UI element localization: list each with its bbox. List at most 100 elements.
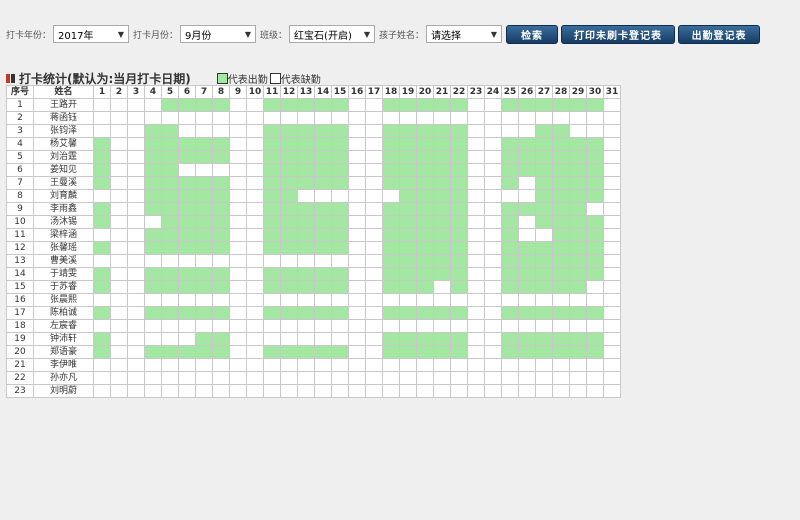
row-index: 21 bbox=[6, 358, 34, 372]
day-cell-absent bbox=[144, 111, 162, 125]
day-cell-absent bbox=[229, 371, 247, 385]
class-select[interactable]: 红宝石(开启) ▼ bbox=[289, 25, 376, 43]
day-cell-present bbox=[331, 137, 349, 151]
day-cell-absent bbox=[467, 98, 485, 112]
day-cell-absent bbox=[552, 358, 570, 372]
day-cell-present bbox=[586, 254, 604, 268]
day-cell-present bbox=[399, 280, 417, 294]
day-cell-present bbox=[569, 280, 587, 294]
student-name: 李伊唯 bbox=[33, 358, 94, 372]
day-cell-present bbox=[416, 163, 434, 177]
day-cell-absent bbox=[195, 124, 213, 138]
day-cell-absent bbox=[297, 293, 315, 307]
day-cell-present bbox=[195, 215, 213, 229]
search-button[interactable]: 检索 bbox=[506, 24, 559, 44]
day-cell-absent bbox=[263, 371, 281, 385]
student-name: 张钧泽 bbox=[33, 124, 94, 138]
year-select[interactable]: 2017年 ▼ bbox=[53, 25, 130, 43]
day-cell-present bbox=[586, 150, 604, 164]
day-cell-absent bbox=[195, 358, 213, 372]
day-cell-present bbox=[450, 332, 468, 346]
child-select[interactable]: 请选择 ▼ bbox=[426, 25, 503, 43]
day-cell-absent bbox=[110, 137, 128, 151]
day-cell-absent bbox=[127, 254, 145, 268]
student-name: 蒋函钰 bbox=[33, 111, 94, 125]
month-select[interactable]: 9月份 ▼ bbox=[180, 25, 257, 43]
day-cell-absent bbox=[433, 319, 451, 333]
day-cell-present bbox=[195, 345, 213, 359]
day-cell-present bbox=[535, 267, 553, 281]
day-cell-present bbox=[433, 332, 451, 346]
day-cell-absent bbox=[484, 254, 502, 268]
student-name: 孙亦凡 bbox=[33, 371, 94, 385]
day-cell-absent bbox=[212, 293, 230, 307]
day-cell-absent bbox=[484, 189, 502, 203]
day-cell-absent bbox=[110, 124, 128, 138]
student-name: 杨艾馨 bbox=[33, 137, 94, 151]
day-cell-present bbox=[263, 150, 281, 164]
day-cell-present bbox=[144, 150, 162, 164]
day-cell-absent bbox=[127, 228, 145, 242]
day-cell-absent bbox=[535, 228, 553, 242]
print-unpunched-button[interactable]: 打印未刷卡登记表 bbox=[561, 24, 676, 44]
day-cell-absent bbox=[144, 215, 162, 229]
day-cell-present bbox=[212, 189, 230, 203]
day-cell-absent bbox=[110, 371, 128, 385]
month-select-value: 9月份 bbox=[185, 30, 212, 42]
day-cell-present bbox=[535, 332, 553, 346]
day-cell-absent bbox=[144, 332, 162, 346]
day-cell-present bbox=[314, 150, 332, 164]
day-header: 16 bbox=[348, 85, 366, 99]
row-index: 1 bbox=[6, 98, 34, 112]
table-row: 14 于靖雯 bbox=[6, 267, 621, 281]
day-cell-absent bbox=[603, 189, 621, 203]
attendance-register-button[interactable]: 出勤登记表 bbox=[678, 24, 761, 44]
day-cell-present bbox=[382, 332, 400, 346]
day-cell-absent bbox=[195, 384, 213, 398]
day-cell-absent bbox=[314, 111, 332, 125]
day-cell-present bbox=[280, 189, 298, 203]
day-cell-present bbox=[263, 202, 281, 216]
day-cell-absent bbox=[501, 358, 519, 372]
day-cell-present bbox=[518, 150, 536, 164]
row-index: 12 bbox=[6, 241, 34, 255]
day-cell-present bbox=[518, 332, 536, 346]
day-cell-absent bbox=[127, 150, 145, 164]
day-header: 9 bbox=[229, 85, 247, 99]
filter-bar: 打卡年份： 2017年 ▼ 打卡月份： 9月份 ▼ 班级： 红宝石(开启) ▼ … bbox=[6, 24, 763, 44]
year-select-value: 2017年 bbox=[58, 30, 94, 42]
day-cell-absent bbox=[433, 371, 451, 385]
day-cell-present bbox=[331, 98, 349, 112]
day-cell-absent bbox=[178, 358, 196, 372]
day-cell-absent bbox=[110, 280, 128, 294]
day-cell-absent bbox=[484, 332, 502, 346]
day-cell-present bbox=[552, 202, 570, 216]
day-cell-present bbox=[399, 241, 417, 255]
day-cell-present bbox=[501, 150, 519, 164]
day-cell-present bbox=[314, 124, 332, 138]
day-cell-absent bbox=[382, 319, 400, 333]
day-cell-present bbox=[195, 176, 213, 190]
legend-absent-label: 代表缺勤 bbox=[280, 75, 321, 86]
day-cell-absent bbox=[144, 293, 162, 307]
day-cell-absent bbox=[603, 241, 621, 255]
day-cell-absent bbox=[365, 293, 383, 307]
day-cell-absent bbox=[178, 163, 196, 177]
day-cell-absent bbox=[161, 111, 179, 125]
day-cell-present bbox=[416, 228, 434, 242]
day-cell-absent bbox=[416, 384, 434, 398]
day-cell-absent bbox=[178, 384, 196, 398]
day-cell-absent bbox=[484, 241, 502, 255]
day-cell-present bbox=[161, 280, 179, 294]
child-select-value: 请选择 bbox=[431, 30, 462, 42]
day-cell-present bbox=[569, 267, 587, 281]
day-cell-present bbox=[586, 215, 604, 229]
day-cell-absent bbox=[365, 98, 383, 112]
day-cell-absent bbox=[110, 332, 128, 346]
day-cell-present bbox=[212, 98, 230, 112]
child-label: 孩子姓名： bbox=[379, 30, 425, 41]
day-cell-absent bbox=[127, 163, 145, 177]
day-cell-absent bbox=[314, 254, 332, 268]
day-cell-present bbox=[535, 254, 553, 268]
day-cell-absent bbox=[586, 202, 604, 216]
